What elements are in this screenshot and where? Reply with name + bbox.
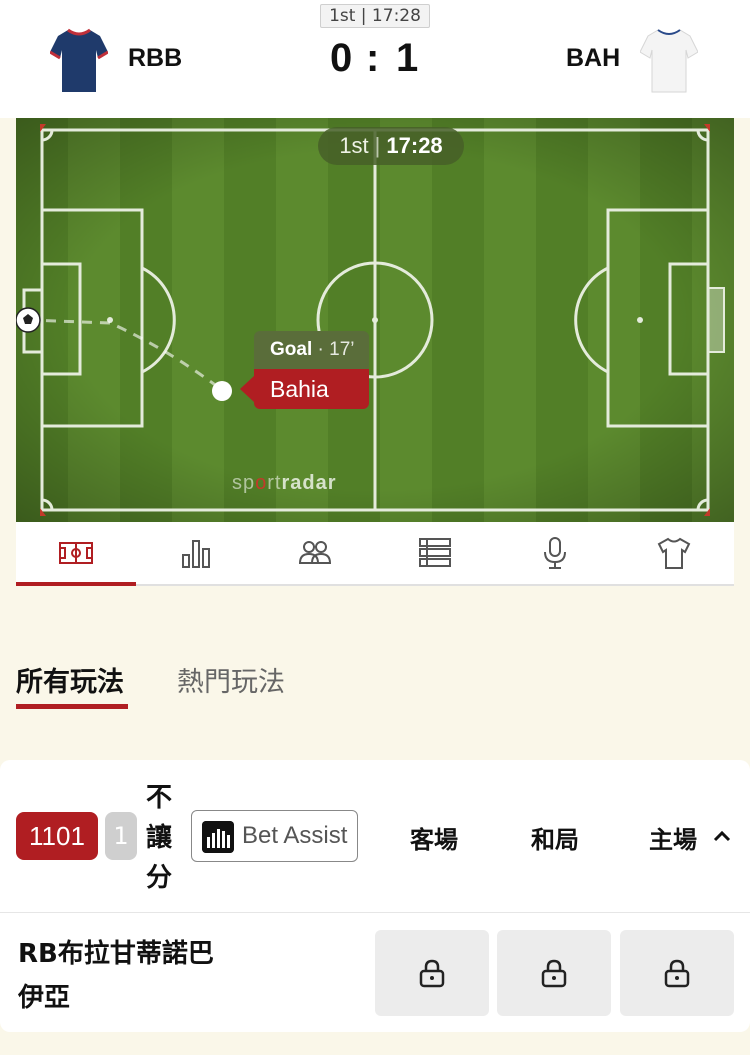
pitch-icon: [58, 542, 93, 564]
logo-part-mark: o: [255, 472, 268, 494]
score-separator: :: [366, 36, 380, 80]
bet-assist-icon: [202, 821, 234, 853]
period-clock: 1st | 17:28: [320, 4, 430, 28]
column-away: 客場: [410, 826, 458, 854]
column-draw: 和局: [531, 826, 579, 854]
score-header: 1st | 17:28 RBB 0 : 1 BAH: [0, 0, 750, 118]
home-team-name: RBB: [128, 44, 183, 72]
lock-icon: [541, 959, 567, 988]
odds-button-draw[interactable]: [497, 930, 611, 1016]
match-tracker-pitch: 1st | 17:28 Goal · 17’ Bahia sportradar: [16, 118, 734, 522]
pitch-drawing: [16, 118, 734, 522]
market-tab-bar: 所有玩法 熱門玩法: [0, 604, 750, 758]
away-team-name: BAH: [566, 44, 621, 72]
tab-statistics[interactable]: [136, 522, 256, 584]
logo-part-sp: sp: [232, 472, 256, 494]
goal-event-card: Goal · 17’ Bahia: [240, 331, 369, 409]
pitch-clock-divider: |: [374, 133, 381, 158]
goal-card-pointer: [240, 376, 254, 402]
jersey-icon: [657, 537, 691, 569]
active-tab-indicator: [16, 704, 128, 709]
tab-team-kits[interactable]: [614, 522, 734, 584]
market-name: 不讓分: [146, 783, 173, 893]
tab-commentary[interactable]: [495, 522, 615, 584]
home-score: 0: [330, 36, 353, 80]
market-id-badge: 1101: [16, 812, 98, 860]
stats-bar-icon: [181, 540, 210, 568]
odds-button-home[interactable]: [620, 930, 734, 1016]
tab-pitch[interactable]: [16, 522, 136, 586]
goal-event-team: Bahia: [254, 369, 369, 409]
lock-icon: [419, 959, 445, 988]
pitch-clock-time: 17:28: [386, 133, 443, 158]
away-score: 1: [396, 36, 419, 80]
microphone-icon: [543, 537, 566, 569]
chevron-up-icon[interactable]: [710, 824, 734, 848]
row-divider: [0, 912, 750, 913]
lineups-icon: [299, 541, 332, 564]
lock-icon: [664, 959, 690, 988]
odds-button-away[interactable]: [375, 930, 489, 1016]
logo-part-radar: radar: [281, 472, 337, 494]
goal-event-header: Goal · 17’: [254, 331, 369, 369]
tracker-tab-bar: [16, 522, 734, 586]
sportradar-logo: sportradar: [232, 472, 337, 495]
column-home: 主場: [649, 826, 697, 854]
home-jersey-icon: [50, 28, 108, 92]
goal-event-type: Goal: [270, 339, 313, 360]
away-jersey-icon: [640, 29, 698, 93]
pitch-clock-period: 1st: [339, 133, 369, 158]
market-count-badge: 1: [105, 812, 137, 860]
bet-assist-button[interactable]: Bet Assist: [191, 810, 358, 862]
tab-lineups[interactable]: [255, 522, 375, 584]
tab-all-markets[interactable]: 所有玩法: [16, 660, 124, 699]
tab-standings[interactable]: [375, 522, 495, 584]
pitch-clock: 1st | 17:28: [318, 127, 464, 165]
market-row-team: RB布拉甘蒂諾巴伊亞: [18, 939, 214, 1013]
logo-part-rt: rt: [267, 472, 282, 494]
bet-assist-label: Bet Assist: [242, 822, 348, 849]
market-panel: 1101 1 不讓分 Bet Assist 客場 和局 主場 RB布拉甘蒂諾巴伊…: [0, 760, 750, 1032]
goal-event-minute: · 17’: [317, 339, 355, 360]
list-icon: [418, 538, 451, 567]
tab-popular-markets[interactable]: 熱門玩法: [177, 660, 285, 699]
football-icon: [16, 307, 41, 333]
